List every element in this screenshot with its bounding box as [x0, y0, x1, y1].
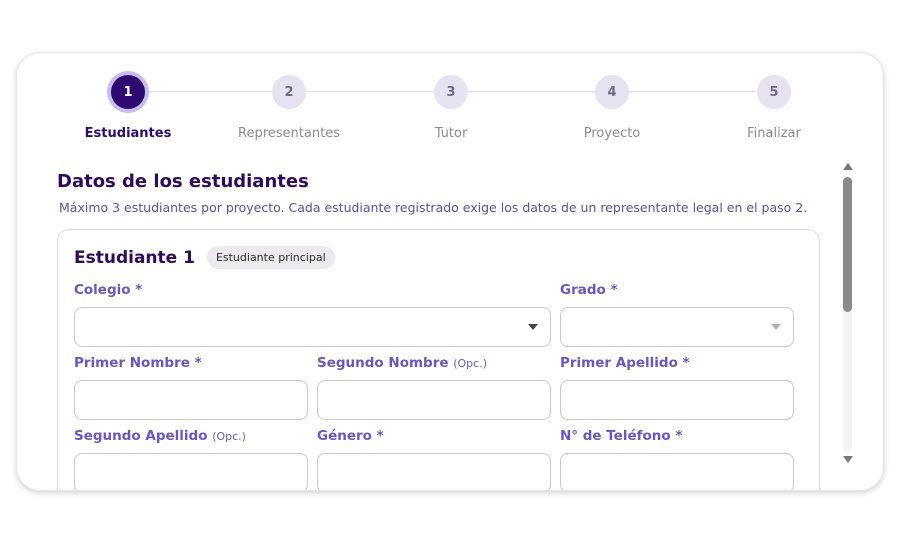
- segundo-apellido-field: Segundo Apellido (Opc.): [74, 428, 308, 490]
- scroll-down-arrow-icon[interactable]: [843, 456, 853, 463]
- step-proyecto[interactable]: 4 Proyecto: [532, 75, 692, 141]
- optional-tag: (Opc.): [212, 430, 246, 443]
- stepper: 1 Estudiantes 2 Representantes 3 Tutor 4…: [17, 53, 883, 153]
- scrollbar[interactable]: [841, 161, 855, 466]
- step-label: Tutor: [434, 126, 468, 141]
- telefono-field: N° de Teléfono *: [560, 428, 794, 490]
- step-number: 2: [272, 75, 306, 109]
- colegio-select[interactable]: [74, 307, 551, 347]
- section-subtitle: Máximo 3 estudiantes por proyecto. Cada …: [59, 200, 808, 215]
- primer-apellido-input[interactable]: [560, 380, 794, 420]
- step-label: Estudiantes: [84, 126, 172, 141]
- step-finalizar[interactable]: 5 Finalizar: [694, 75, 854, 141]
- step-label: Representantes: [238, 126, 340, 141]
- student-title: Estudiante 1: [74, 247, 195, 268]
- primer-nombre-label: Primer Nombre *: [74, 355, 202, 371]
- step-number: 5: [757, 75, 791, 109]
- step-number: 3: [434, 75, 468, 109]
- telefono-label: N° de Teléfono *: [560, 428, 683, 444]
- step-number: 4: [595, 75, 629, 109]
- primer-apellido-field: Primer Apellido *: [560, 355, 794, 420]
- genero-select[interactable]: [317, 453, 551, 490]
- step-tutor[interactable]: 3 Tutor: [371, 75, 531, 141]
- chevron-down-icon: [528, 324, 538, 330]
- registration-card: 1 Estudiantes 2 Representantes 3 Tutor 4…: [16, 52, 884, 491]
- primer-apellido-label: Primer Apellido *: [560, 355, 690, 371]
- grado-select[interactable]: [560, 307, 794, 347]
- segundo-apellido-input[interactable]: [74, 453, 308, 490]
- segundo-apellido-label: Segundo Apellido (Opc.): [74, 428, 308, 444]
- chevron-down-icon: [771, 324, 781, 330]
- colegio-field: Colegio *: [74, 282, 551, 347]
- segundo-nombre-label: Segundo Nombre (Opc.): [317, 355, 551, 371]
- step-representantes[interactable]: 2 Representantes: [209, 75, 369, 141]
- genero-field: Género *: [317, 428, 551, 490]
- scroll-thumb[interactable]: [843, 177, 852, 312]
- segundo-nombre-label-text: Segundo Nombre: [317, 355, 449, 371]
- primer-nombre-input[interactable]: [74, 380, 308, 420]
- section-title: Datos de los estudiantes: [57, 171, 309, 192]
- scroll-up-arrow-icon[interactable]: [843, 163, 853, 170]
- segundo-apellido-label-text: Segundo Apellido: [74, 428, 208, 444]
- principal-badge: Estudiante principal: [206, 246, 335, 269]
- grado-label: Grado *: [560, 282, 618, 298]
- telefono-input[interactable]: [560, 453, 794, 490]
- step-number: 1: [111, 75, 145, 109]
- step-label: Proyecto: [583, 126, 641, 141]
- step-estudiantes[interactable]: 1 Estudiantes: [48, 75, 208, 141]
- step-label: Finalizar: [747, 126, 801, 141]
- student-card: Estudiante 1 Estudiante principal Colegi…: [57, 229, 820, 490]
- segundo-nombre-field: Segundo Nombre (Opc.): [317, 355, 551, 420]
- grado-field: Grado *: [560, 282, 794, 347]
- colegio-label: Colegio *: [74, 282, 143, 298]
- segundo-nombre-input[interactable]: [317, 380, 551, 420]
- genero-label: Género *: [317, 428, 384, 444]
- optional-tag: (Opc.): [453, 357, 488, 370]
- student-header: Estudiante 1 Estudiante principal: [74, 246, 335, 269]
- form-content: Datos de los estudiantes Máximo 3 estudi…: [57, 171, 827, 490]
- primer-nombre-field: Primer Nombre *: [74, 355, 308, 420]
